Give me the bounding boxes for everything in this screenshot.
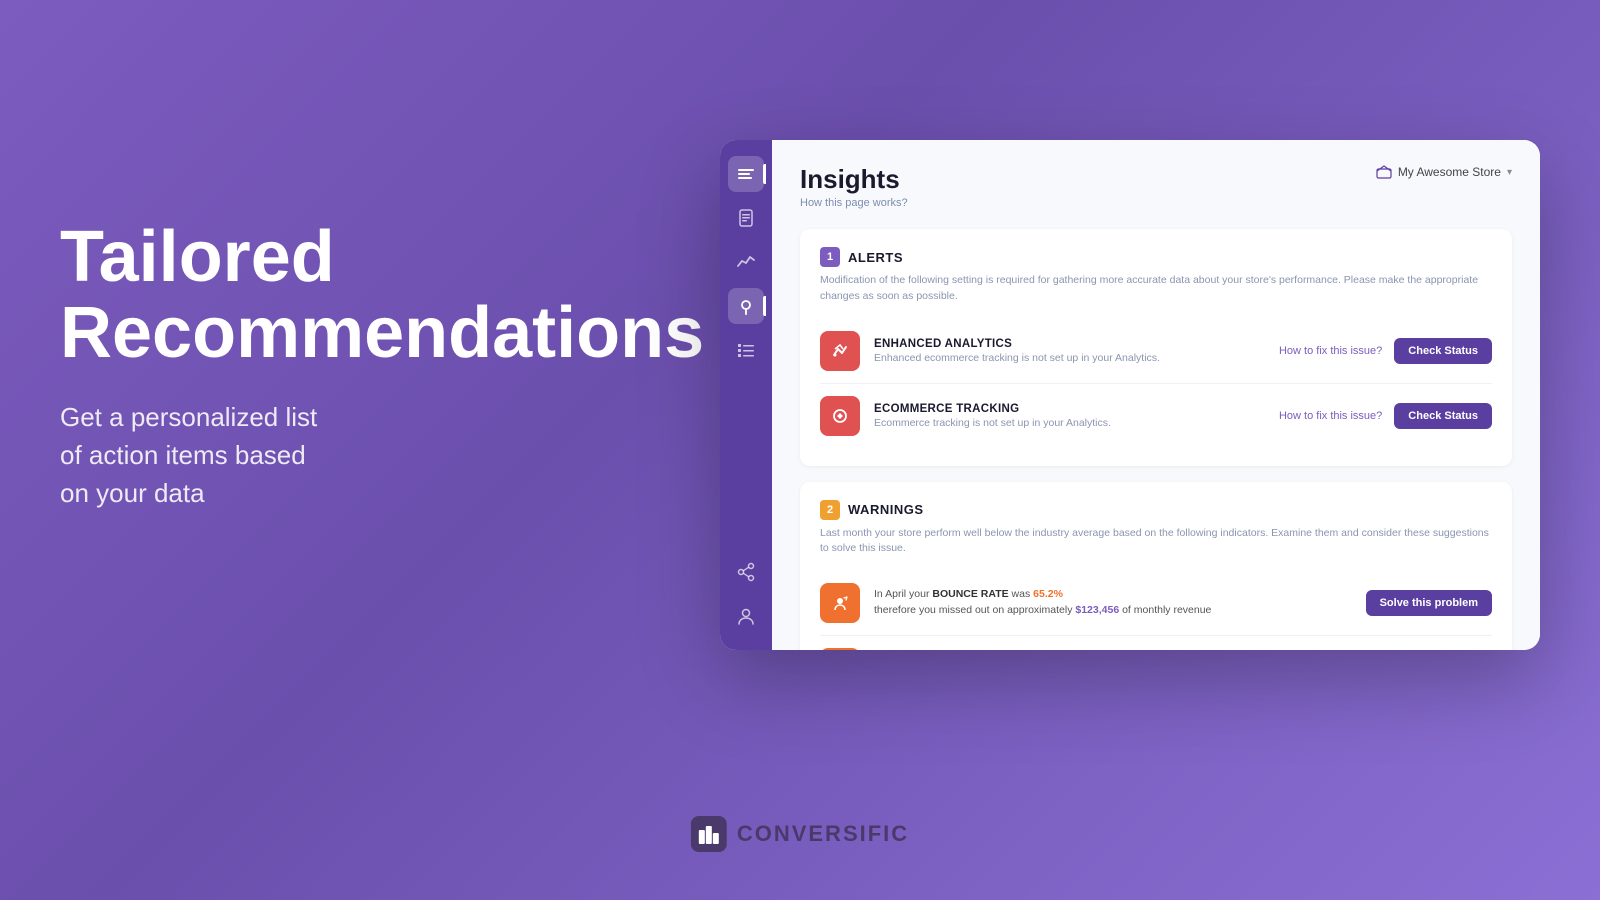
alert-icon-1 bbox=[820, 331, 860, 371]
warning-icon-1 bbox=[820, 583, 860, 623]
alert-item-2: ECOMMERCE TRACKING Ecommerce tracking is… bbox=[820, 384, 1492, 448]
check-status-btn-2[interactable]: Check Status bbox=[1394, 403, 1492, 429]
sidebar-icon-reports[interactable] bbox=[728, 200, 764, 236]
alerts-header: 1 ALERTS bbox=[820, 247, 1492, 267]
alert-item-1: ENHANCED ANALYTICS Enhanced ecommerce tr… bbox=[820, 319, 1492, 384]
warning-subtext-1: therefore you missed out on approximatel… bbox=[874, 603, 1352, 619]
warnings-section: 2 WARNINGS Last month your store perform… bbox=[800, 482, 1512, 651]
main-content: Insights How this page works? My Awesome… bbox=[772, 140, 1540, 650]
sidebar-icon-dashboard[interactable] bbox=[728, 156, 764, 192]
alert-actions-2: How to fix this issue? Check Status bbox=[1279, 403, 1492, 429]
alert-detail-2: Ecommerce tracking is not set up in your… bbox=[874, 417, 1265, 429]
logo-icon bbox=[691, 816, 727, 852]
alert-name-2: ECOMMERCE TRACKING bbox=[874, 403, 1265, 415]
alerts-section: 1 ALERTS Modification of the following s… bbox=[800, 229, 1512, 466]
store-selector[interactable]: My Awesome Store ▾ bbox=[1376, 164, 1512, 180]
alert-icon-2 bbox=[820, 396, 860, 436]
store-name: My Awesome Store bbox=[1398, 165, 1501, 179]
check-status-btn-1[interactable]: Check Status bbox=[1394, 338, 1492, 364]
sidebar-icon-lists[interactable] bbox=[728, 332, 764, 368]
fix-link-1[interactable]: How to fix this issue? bbox=[1279, 345, 1382, 357]
warning-text-1: In April your BOUNCE RATE was 65.2% bbox=[874, 587, 1352, 603]
warning-item-2: In April your CART ABANDONMENT RATE was … bbox=[820, 636, 1492, 650]
hero-subtitle: Get a personalized listof action items b… bbox=[60, 399, 560, 512]
warnings-badge: 2 bbox=[820, 500, 840, 520]
warning-icon-2 bbox=[820, 648, 860, 650]
page-title: Insights bbox=[800, 164, 908, 195]
warnings-header: 2 WARNINGS bbox=[820, 500, 1492, 520]
alert-detail-1: Enhanced ecommerce tracking is not set u… bbox=[874, 352, 1265, 364]
sidebar-icon-profile[interactable] bbox=[728, 598, 764, 634]
warnings-title: WARNINGS bbox=[848, 502, 924, 517]
sidebar-icon-share[interactable] bbox=[728, 554, 764, 590]
solve-btn-1[interactable]: Solve this problem bbox=[1366, 590, 1492, 616]
logo-text: CONVERSIFIC bbox=[737, 821, 909, 847]
fix-link-2[interactable]: How to fix this issue? bbox=[1279, 410, 1382, 422]
sidebar-icon-insights[interactable] bbox=[728, 288, 764, 324]
page-subtitle[interactable]: How this page works? bbox=[800, 197, 908, 209]
warning-info-1: In April your BOUNCE RATE was 65.2% ther… bbox=[874, 587, 1352, 619]
page-header: Insights How this page works? My Awesome… bbox=[800, 164, 1512, 209]
warning-actions-1: Solve this problem bbox=[1366, 590, 1492, 616]
alert-info-1: ENHANCED ANALYTICS Enhanced ecommerce tr… bbox=[874, 338, 1265, 364]
sidebar bbox=[720, 140, 772, 650]
hero-area: Tailored Recommendations Get a personali… bbox=[60, 220, 560, 512]
alert-actions-1: How to fix this issue? Check Status bbox=[1279, 338, 1492, 364]
bottom-logo: CONVERSIFIC bbox=[691, 816, 909, 852]
sidebar-icon-analytics[interactable] bbox=[728, 244, 764, 280]
alerts-title: ALERTS bbox=[848, 250, 903, 265]
title-group: Insights How this page works? bbox=[800, 164, 908, 209]
hero-title: Tailored Recommendations bbox=[60, 220, 560, 371]
chevron-down-icon: ▾ bbox=[1507, 167, 1512, 178]
app-window: Insights How this page works? My Awesome… bbox=[720, 140, 1540, 650]
alert-info-2: ECOMMERCE TRACKING Ecommerce tracking is… bbox=[874, 403, 1265, 429]
alerts-badge: 1 bbox=[820, 247, 840, 267]
alert-name-1: ENHANCED ANALYTICS bbox=[874, 338, 1265, 350]
alerts-desc: Modification of the following setting is… bbox=[820, 273, 1492, 305]
store-icon bbox=[1376, 164, 1392, 180]
warnings-desc: Last month your store perform well below… bbox=[820, 526, 1492, 558]
warning-item-1: In April your BOUNCE RATE was 65.2% ther… bbox=[820, 571, 1492, 636]
